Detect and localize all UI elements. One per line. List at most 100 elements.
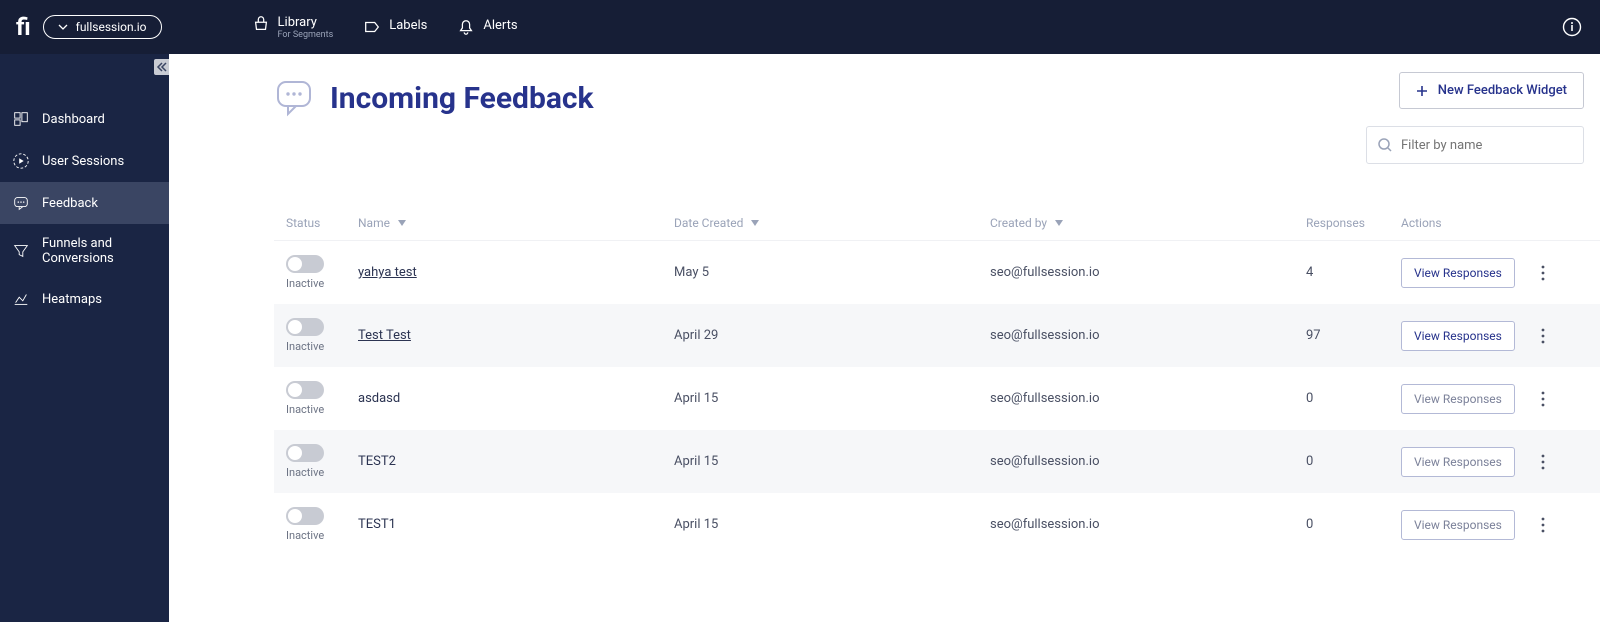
status-cell: Inactive <box>286 255 358 290</box>
col-header-date-label: Date Created <box>674 216 743 230</box>
more-vertical-icon <box>1541 328 1545 344</box>
nav-alerts-label: Alerts <box>483 18 517 33</box>
responses-cell: 97 <box>1306 328 1401 343</box>
toggle-knob <box>288 320 302 334</box>
sidebar-item-user-sessions[interactable]: User Sessions <box>0 140 169 182</box>
created-by-cell: seo@fullsession.io <box>990 265 1306 280</box>
new-widget-button-label: New Feedback Widget <box>1438 83 1567 98</box>
actions-cell: View Responses <box>1401 258 1588 288</box>
info-button[interactable] <box>1562 17 1582 37</box>
feedback-bubble-icon <box>274 78 314 118</box>
nav-alerts[interactable]: Alerts <box>457 18 517 36</box>
created-by-cell: seo@fullsession.io <box>990 391 1306 406</box>
row-more-button[interactable] <box>1535 322 1551 350</box>
filter-input[interactable] <box>1401 138 1573 153</box>
row-more-button[interactable] <box>1535 385 1551 413</box>
sidebar: Dashboard User Sessions Feedback Funnels… <box>0 54 169 622</box>
nav-labels-label: Labels <box>389 18 427 33</box>
status-toggle[interactable] <box>286 381 324 399</box>
status-text: Inactive <box>286 529 324 542</box>
status-cell: Inactive <box>286 318 358 353</box>
created-by-cell: seo@fullsession.io <box>990 454 1306 469</box>
responses-cell: 0 <box>1306 454 1401 469</box>
actions-cell: View Responses <box>1401 447 1588 477</box>
date-created-cell: April 15 <box>674 517 990 532</box>
status-toggle[interactable] <box>286 507 324 525</box>
col-header-name-label: Name <box>358 216 390 230</box>
more-vertical-icon <box>1541 265 1545 281</box>
search-icon <box>1377 137 1393 153</box>
col-header-status: Status <box>286 216 358 230</box>
date-created-cell: May 5 <box>674 265 990 280</box>
status-cell: Inactive <box>286 507 358 542</box>
more-vertical-icon <box>1541 454 1545 470</box>
dashboard-icon <box>12 110 30 128</box>
actions-cell: View Responses <box>1401 510 1588 540</box>
view-responses-button[interactable]: View Responses <box>1401 510 1515 540</box>
feedback-name-link[interactable]: yahya test <box>358 265 674 280</box>
status-text: Inactive <box>286 403 324 416</box>
col-header-date[interactable]: Date Created <box>674 216 990 230</box>
page-title: Incoming Feedback <box>330 81 594 116</box>
table-header-row: Status Name Date Created Created by Resp… <box>274 206 1600 241</box>
brand-text: fi <box>16 13 31 41</box>
sidebar-item-feedback[interactable]: Feedback <box>0 182 169 224</box>
chevron-down-icon <box>58 22 68 32</box>
status-toggle[interactable] <box>286 444 324 462</box>
view-responses-button[interactable]: View Responses <box>1401 321 1515 351</box>
feedback-icon <box>12 194 30 212</box>
label-icon <box>363 18 381 36</box>
actions-cell: View Responses <box>1401 384 1588 414</box>
more-vertical-icon <box>1541 391 1545 407</box>
table-row: InactiveTEST2April 15seo@fullsession.io0… <box>274 430 1600 493</box>
info-icon <box>1562 17 1582 37</box>
created-by-cell: seo@fullsession.io <box>990 328 1306 343</box>
nav-labels[interactable]: Labels <box>363 18 427 36</box>
sidebar-item-label: Dashboard <box>42 112 105 127</box>
sidebar-item-label-line2: Conversions <box>42 251 114 266</box>
row-more-button[interactable] <box>1535 448 1551 476</box>
responses-cell: 0 <box>1306 517 1401 532</box>
responses-cell: 4 <box>1306 265 1401 280</box>
funnel-icon <box>12 242 30 260</box>
status-text: Inactive <box>286 340 324 353</box>
feedback-name-link[interactable]: Test Test <box>358 328 674 343</box>
sidebar-item-label-line1: Funnels and <box>42 236 114 251</box>
table-row: InactiveasdasdApril 15seo@fullsession.io… <box>274 367 1600 430</box>
filter-by-name-field[interactable] <box>1366 126 1584 164</box>
toggle-knob <box>288 446 302 460</box>
sidebar-item-label: Heatmaps <box>42 292 102 307</box>
sort-desc-icon <box>751 220 759 226</box>
view-responses-button[interactable]: View Responses <box>1401 447 1515 477</box>
heatmap-icon <box>12 290 30 308</box>
row-more-button[interactable] <box>1535 259 1551 287</box>
sidebar-collapse-button[interactable] <box>154 59 170 75</box>
sidebar-item-dashboard[interactable]: Dashboard <box>0 98 169 140</box>
table-row: Inactive Test TestApril 29seo@fullsession… <box>274 304 1600 367</box>
status-toggle[interactable] <box>286 255 324 273</box>
status-text: Inactive <box>286 466 324 479</box>
new-feedback-widget-button[interactable]: New Feedback Widget <box>1399 72 1584 109</box>
feedback-name-link: TEST2 <box>358 454 674 469</box>
col-header-name[interactable]: Name <box>358 216 674 230</box>
more-vertical-icon <box>1541 517 1545 533</box>
status-toggle[interactable] <box>286 318 324 336</box>
col-header-createdby[interactable]: Created by <box>990 216 1306 230</box>
view-responses-button[interactable]: View Responses <box>1401 384 1515 414</box>
nav-library[interactable]: Library For Segments <box>252 15 334 40</box>
sidebar-item-funnels[interactable]: Funnels and Conversions <box>0 224 169 278</box>
sidebar-item-heatmaps[interactable]: Heatmaps <box>0 278 169 320</box>
sidebar-item-label: User Sessions <box>42 154 124 169</box>
site-name: fullsession.io <box>76 20 147 34</box>
col-header-responses: Responses <box>1306 216 1401 230</box>
toggle-knob <box>288 257 302 271</box>
toggle-knob <box>288 509 302 523</box>
col-header-actions: Actions <box>1401 216 1588 230</box>
view-responses-button[interactable]: View Responses <box>1401 258 1515 288</box>
date-created-cell: April 15 <box>674 391 990 406</box>
site-selector[interactable]: fullsession.io <box>43 15 162 39</box>
main-content: Incoming Feedback New Feedback Widget St… <box>169 54 1600 622</box>
date-created-cell: April 29 <box>674 328 990 343</box>
row-more-button[interactable] <box>1535 511 1551 539</box>
chevron-left-double-icon <box>156 61 168 73</box>
